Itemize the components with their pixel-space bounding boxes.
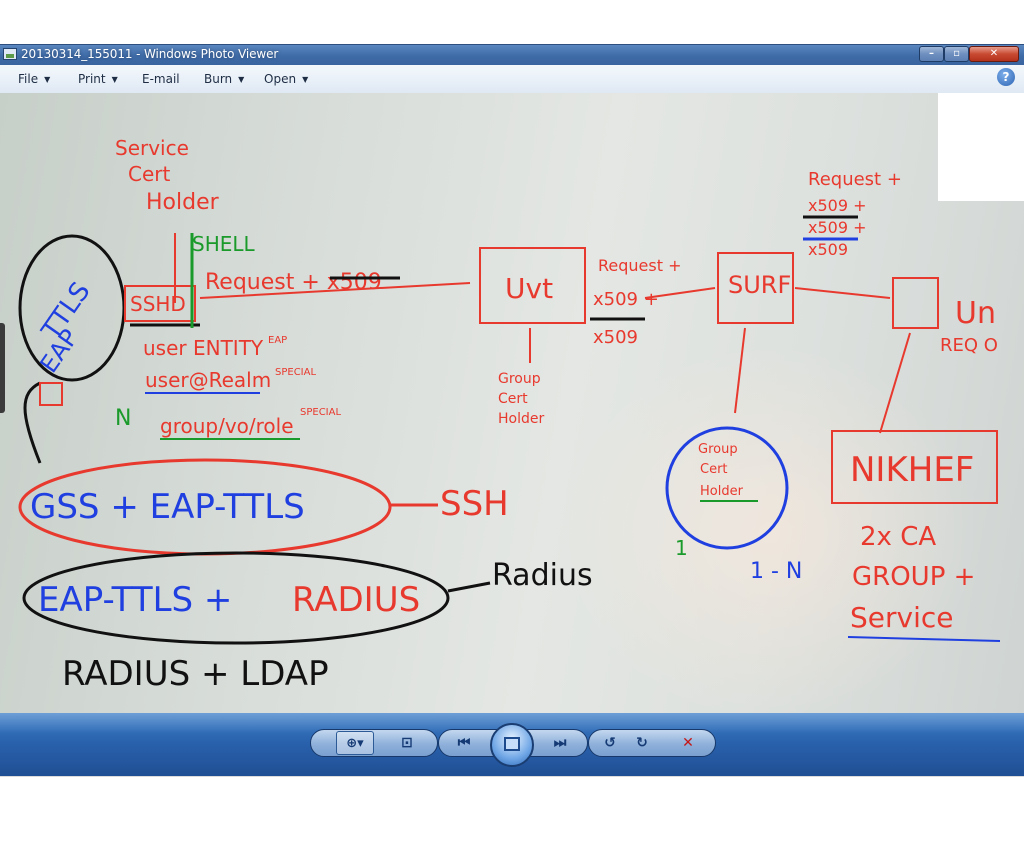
n-mark: N	[115, 406, 131, 431]
delete-button[interactable]: ✕	[676, 731, 700, 755]
chevron-down-icon: ▼	[302, 75, 309, 84]
group-vo-role-label: group/vo/role	[160, 414, 294, 438]
user-entity-label: user ENTITY	[143, 336, 264, 360]
help-icon: ?	[1002, 70, 1010, 84]
shell-label: SHELL	[192, 232, 256, 256]
group-cert-holder-left-2: Cert	[498, 391, 528, 407]
whiteboard-drawing: Service Cert Holder TTLS EAP SSHD SHELL …	[18, 136, 1001, 694]
control-bar: ⊕▾ ⊡ ⏮ ⏭ ↺ ↻ ✕	[0, 713, 1024, 776]
two-ca-label: 2x CA	[860, 522, 936, 552]
menu-file-label: File	[18, 72, 39, 86]
service-cert-holder-line2: Cert	[128, 162, 170, 186]
group-cert-holder-left-1: Group	[498, 371, 541, 387]
request-x509-label: Request + x509	[205, 270, 382, 295]
x509-top-label-2: x509 +	[808, 218, 867, 237]
surf-label: SURF	[728, 271, 791, 299]
menu-print-label: Print	[78, 72, 106, 86]
rotate-clockwise-icon: ↻	[636, 735, 648, 751]
group-plus-label: GROUP +	[852, 562, 975, 592]
rotate-counterclockwise-icon: ↺	[604, 735, 616, 751]
minimize-icon: –	[929, 48, 934, 59]
window-title: 20130314_155011 - Windows Photo Viewer	[21, 47, 279, 61]
laptop-sketch	[39, 382, 63, 406]
marker-stroke	[447, 581, 491, 593]
title-bar[interactable]: 20130314_155011 - Windows Photo Viewer –…	[0, 44, 1024, 65]
radius-red-label: RADIUS	[292, 580, 420, 620]
chevron-down-icon: ▼	[238, 75, 245, 84]
radius-ldap-label: RADIUS + LDAP	[62, 654, 329, 694]
help-button[interactable]: ?	[997, 68, 1015, 86]
req-o-label: REQ O	[940, 335, 998, 356]
x509-top-label-3: x509	[808, 240, 848, 259]
marker-stroke	[794, 287, 891, 299]
group-cert-holder-left-3: Holder	[498, 411, 544, 427]
menu-open-label: Open	[264, 72, 297, 86]
menu-burn-label: Burn	[204, 72, 233, 86]
uvt-label: Uvt	[505, 272, 553, 305]
zoom-icon: ⊕▾	[346, 736, 364, 751]
close-button[interactable]: ✕	[969, 46, 1019, 62]
close-icon: ✕	[989, 48, 999, 59]
x509-mid-label-1: x509 +	[593, 289, 659, 310]
menu-burn[interactable]: Burn ▼	[204, 72, 244, 86]
actual-size-button[interactable]: ⊡	[395, 731, 419, 755]
slideshow-button[interactable]	[490, 723, 534, 767]
x509-top-label-1: x509 +	[808, 196, 867, 215]
menu-file[interactable]: File ▼	[18, 72, 50, 86]
menu-email[interactable]: E-mail	[142, 72, 180, 86]
service-cert-holder-line1: Service	[115, 136, 189, 160]
user-realm-label: user@Realm	[145, 368, 271, 392]
previous-icon: ⏮	[457, 735, 471, 751]
menu-open[interactable]: Open ▼	[264, 72, 308, 86]
menu-print[interactable]: Print ▼	[78, 72, 118, 86]
maximize-icon: ▫	[953, 48, 960, 59]
service-label: Service	[850, 601, 953, 634]
one-mark: 1	[675, 536, 688, 560]
next-button[interactable]: ⏭	[548, 731, 572, 755]
marker-stroke	[879, 332, 911, 434]
maximize-button[interactable]: ▫	[944, 46, 969, 62]
special-label-1: SPECIAL	[275, 367, 316, 378]
un-label: Un	[955, 296, 996, 331]
radius-handwritten-label: Radius	[492, 558, 593, 593]
nikhef-label: NIKHEF	[850, 450, 974, 490]
service-cert-holder-line3: Holder	[146, 190, 220, 215]
un-box	[892, 277, 939, 329]
group-cert-holder-right-3: Holder	[700, 484, 744, 499]
next-icon: ⏭	[553, 735, 567, 751]
request-top-label: Request +	[808, 169, 902, 190]
ssh-label: SSH	[440, 484, 509, 524]
photo-view[interactable]: Service Cert Holder TTLS EAP SSHD SHELL …	[0, 93, 1024, 713]
menu-email-label: E-mail	[142, 72, 180, 86]
marker-stroke	[734, 327, 746, 414]
bottom-margin	[0, 776, 1024, 847]
zoom-button[interactable]: ⊕▾	[336, 731, 374, 755]
actual-size-icon: ⊡	[401, 735, 413, 751]
x509-mid-label-2: x509	[593, 327, 638, 348]
eap-small-label: EAP	[268, 335, 287, 346]
previous-button[interactable]: ⏮	[452, 731, 476, 755]
rotate-counterclockwise-button[interactable]: ↺	[598, 731, 622, 755]
menu-bar: File ▼ Print ▼ E-mail Burn ▼ Open ▼	[0, 65, 1024, 94]
eap-ttls-plus-label: EAP-TTLS +	[38, 580, 232, 620]
ttls-arrow	[23, 381, 42, 464]
top-margin	[0, 0, 1024, 44]
chevron-down-icon: ▼	[111, 75, 118, 84]
gss-eap-ttls-label: GSS + EAP-TTLS	[30, 487, 305, 527]
minimize-button[interactable]: –	[919, 46, 944, 62]
rotate-clockwise-button[interactable]: ↻	[630, 731, 654, 755]
group-cert-holder-right-1: Group	[698, 442, 738, 457]
marker-stroke	[847, 636, 1001, 642]
group-cert-holder-right-2: Cert	[700, 462, 728, 477]
photo-viewer-app-icon	[3, 48, 17, 60]
request-mid-label: Request +	[598, 256, 681, 275]
chevron-down-icon: ▼	[44, 75, 51, 84]
sshd-label: SSHD	[130, 292, 186, 316]
one-n-label: 1 - N	[750, 559, 802, 584]
special-label-2: SPECIAL	[300, 407, 341, 418]
delete-icon: ✕	[682, 735, 694, 751]
